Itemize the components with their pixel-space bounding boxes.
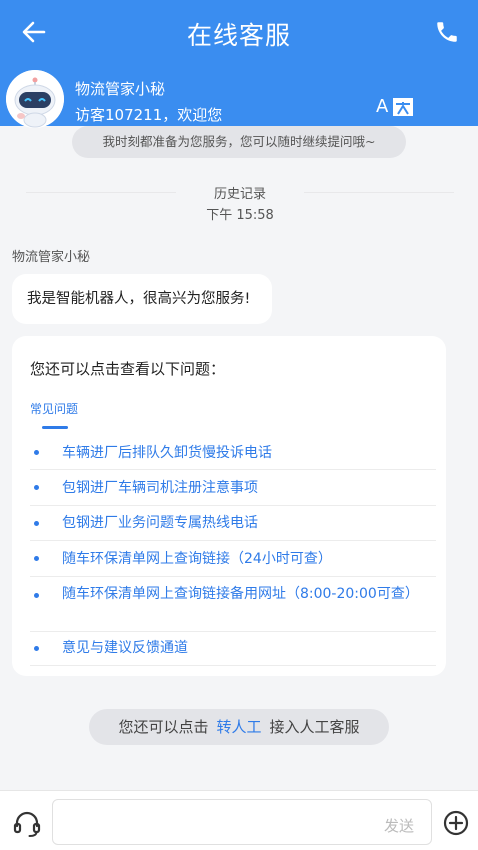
faq-card-title: 您还可以点击查看以下问题： <box>30 360 226 378</box>
faq-item[interactable]: 车辆进厂后排队久卸货慢投诉电话 <box>30 436 436 470</box>
translate-icon[interactable]: A <box>376 90 416 118</box>
svg-text:A: A <box>376 96 389 117</box>
faq-item[interactable]: 包钢进厂业务问题专属热线电话 <box>30 506 436 541</box>
page-title: 在线客服 <box>186 21 291 50</box>
plus-circle-icon[interactable] <box>442 809 470 837</box>
history-time: 下午 15:58 <box>206 208 274 223</box>
intro-message: 我是智能机器人，很高兴为您服务! <box>12 274 272 324</box>
agent-header: 物流管家小秘 访客107211，欢迎您 A <box>0 64 478 128</box>
faq-item-label: 随车环保清单网上查询链接备用网址（8:00-20:00可查） <box>62 586 419 602</box>
faq-item[interactable]: 包钢进厂车辆司机注册注意事项 <box>30 470 436 506</box>
bullet-icon <box>34 485 39 490</box>
message-sender: 物流管家小秘 <box>12 250 91 265</box>
message-input[interactable] <box>52 799 432 845</box>
handoff-suffix: 接入人工客服 <box>269 718 360 736</box>
faq-item[interactable]: 随车环保清单网上查询链接备用网址（8:00-20:00可查） <box>30 577 436 632</box>
bullet-icon <box>34 646 39 651</box>
top-bar: 在线客服 <box>0 0 478 64</box>
faq-item-label: 随车环保清单网上查询链接（24小时可查） <box>62 551 332 567</box>
robot-avatar <box>6 70 64 128</box>
visitor-greeting: 访客107211，欢迎您 <box>75 106 223 124</box>
bullet-icon <box>34 521 39 526</box>
human-handoff-prompt: 您还可以点击 转人工 接入人工客服 <box>89 709 389 745</box>
faq-item-label: 包钢进厂业务问题专属热线电话 <box>62 515 258 531</box>
faq-item-label: 车辆进厂后排队久卸货慢投诉电话 <box>62 445 272 461</box>
agent-name: 物流管家小秘 <box>75 80 166 98</box>
welcome-notice: 我时刻都准备为您服务，您可以随时继续提问哦~ <box>72 126 406 158</box>
input-bar: 发送 <box>0 790 478 850</box>
bullet-icon <box>34 593 39 598</box>
faq-card: 您还可以点击查看以下问题： 常见问题 车辆进厂后排队久卸货慢投诉电话 包钢进厂车… <box>12 336 446 676</box>
headset-icon[interactable] <box>12 809 42 839</box>
tab-faq[interactable]: 常见问题 <box>30 400 78 417</box>
faq-item[interactable]: 意见与建议反馈通道 <box>30 632 436 666</box>
bullet-icon <box>34 450 39 455</box>
faq-item-label: 意见与建议反馈通道 <box>62 640 188 656</box>
transfer-to-human-link[interactable]: 转人工 <box>216 718 261 736</box>
faq-item-label: 包钢进厂车辆司机注册注意事项 <box>62 480 258 496</box>
phone-icon[interactable] <box>434 19 460 45</box>
handoff-prefix: 您还可以点击 <box>118 718 209 736</box>
faq-item[interactable]: 随车环保清单网上查询链接（24小时可查） <box>30 541 436 577</box>
history-label: 历史记录 <box>213 187 266 202</box>
tab-underline <box>42 426 68 429</box>
send-button[interactable]: 发送 <box>384 815 414 836</box>
bullet-icon <box>34 556 39 561</box>
